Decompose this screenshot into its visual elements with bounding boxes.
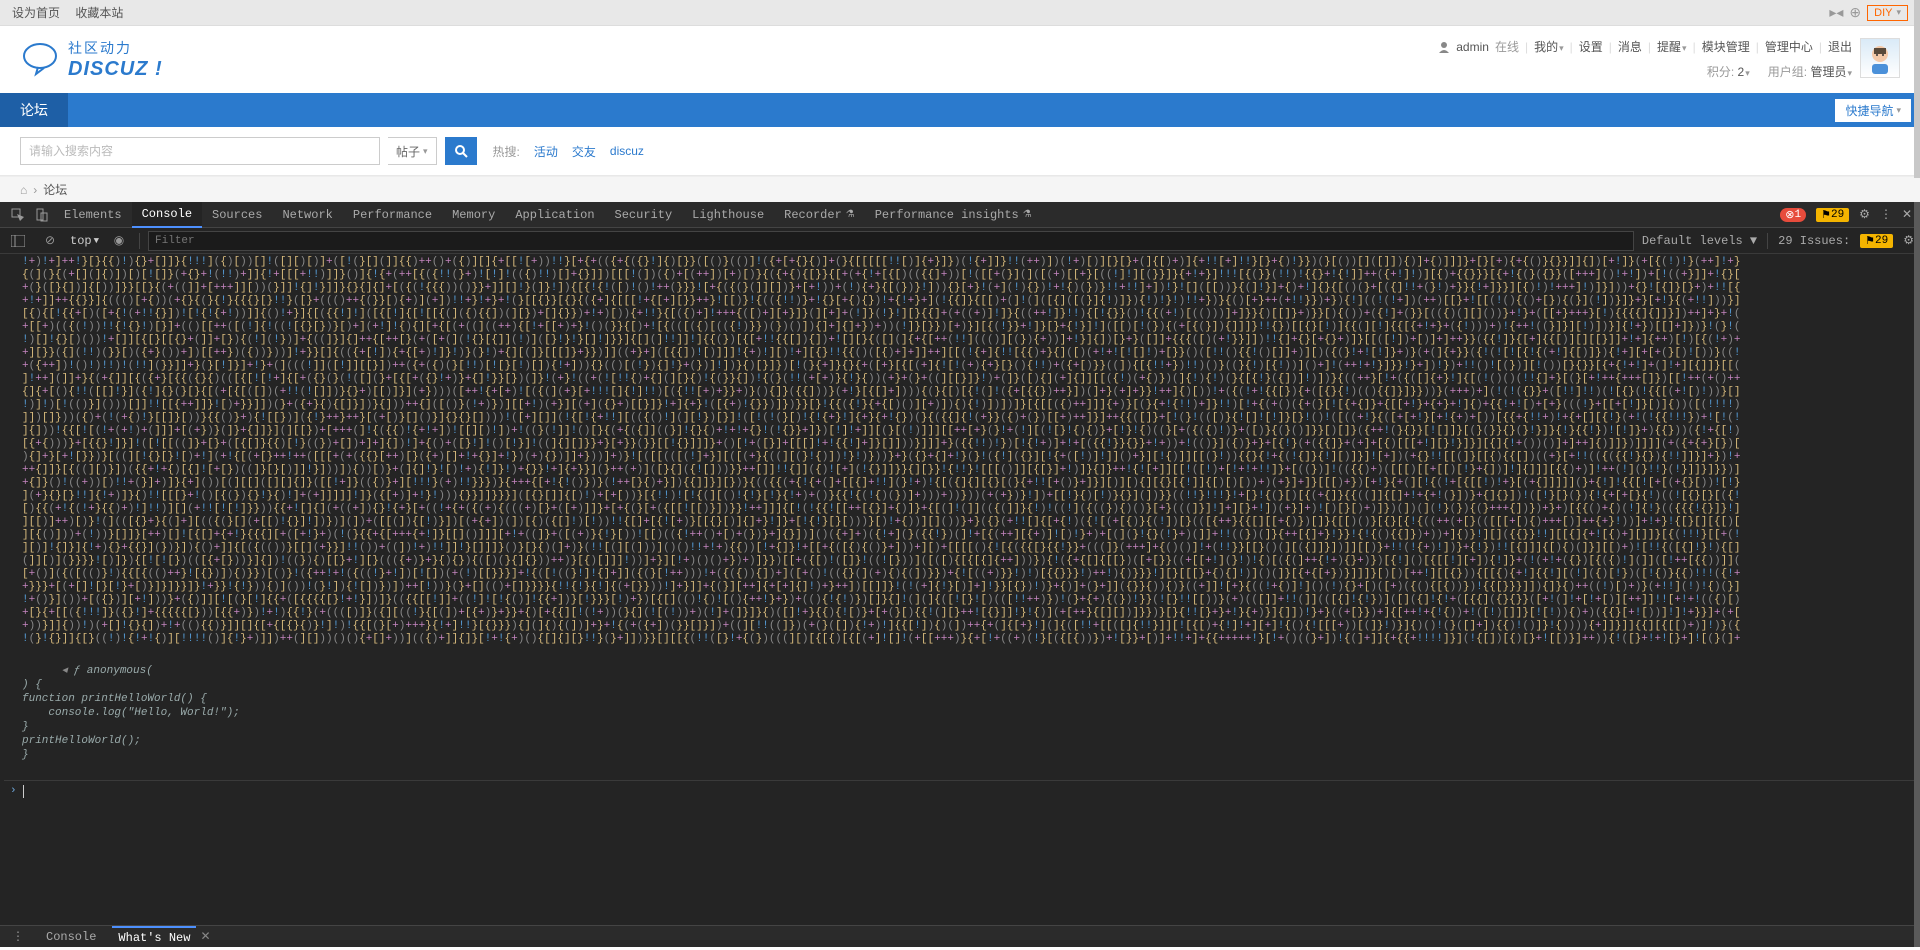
- devtools-tab-performance-insights[interactable]: Performance insights⚗: [865, 202, 1042, 228]
- hotsearch-label: 热搜:: [493, 143, 520, 160]
- obfuscated-code: !+)!+]++!}[}{{)!){}+[]]}{!!!]({)[))[]!([…: [4, 256, 1916, 646]
- usergroup-label: 用户组:: [1768, 65, 1807, 79]
- drawer-tab-close-icon[interactable]: ✕: [200, 929, 210, 944]
- devtools-tab-security[interactable]: Security: [605, 202, 683, 228]
- points-value[interactable]: 2▾: [1738, 65, 1750, 79]
- breadcrumb-forum[interactable]: 论坛: [43, 181, 67, 198]
- context-selector[interactable]: top ▼: [70, 234, 99, 248]
- function-output: ◂ƒ anonymous( ) { function printHelloWor…: [4, 650, 1916, 776]
- search-icon: [454, 144, 468, 158]
- points-label: 积分:: [1707, 65, 1734, 79]
- expand-arrow-icon[interactable]: ◂: [62, 664, 74, 678]
- warning-count-badge[interactable]: ⚑ 29: [1816, 208, 1849, 222]
- search-type-dropdown[interactable]: 帖子▾: [388, 137, 437, 165]
- devtools-tab-console[interactable]: Console: [132, 202, 202, 228]
- devtools-tab-sources[interactable]: Sources: [202, 202, 272, 228]
- hotsearch-link[interactable]: discuz: [610, 144, 644, 158]
- quick-nav-button[interactable]: 快捷导航▾: [1834, 98, 1912, 123]
- prompt-caret: [23, 785, 24, 798]
- issues-label[interactable]: 29 Issues:: [1778, 234, 1850, 248]
- devtools-tab-recorder[interactable]: Recorder⚗: [774, 202, 865, 228]
- favorite-site-link[interactable]: 收藏本站: [75, 6, 123, 20]
- reminders-dropdown[interactable]: 提醒▾: [1657, 38, 1687, 55]
- devtools-tab-lighthouse[interactable]: Lighthouse: [682, 202, 774, 228]
- eye-icon[interactable]: ◉: [107, 228, 131, 254]
- user-area: admin 在线 | 我的▾ | 设置 | 消息 | 提醒▾ | 模块管理 | …: [1438, 38, 1852, 80]
- console-settings-icon[interactable]: ⚙: [1903, 233, 1914, 248]
- breadcrumb-sep: ›: [33, 183, 37, 197]
- hotsearch-link[interactable]: 交友: [572, 143, 596, 160]
- drawer-menu-icon[interactable]: ⋮: [6, 924, 30, 950]
- module-manage-link[interactable]: 模块管理: [1702, 38, 1750, 55]
- close-devtools-icon[interactable]: ✕: [1902, 207, 1912, 222]
- set-homepage-link[interactable]: 设为首页: [12, 6, 60, 20]
- sidebar-toggle-icon[interactable]: [6, 228, 30, 254]
- logo-icon: [20, 40, 60, 80]
- search-input[interactable]: [20, 137, 380, 165]
- logo-cn-text: 社区动力: [68, 38, 163, 58]
- breadcrumb: ⌂ › 论坛: [0, 176, 1920, 202]
- settings-link[interactable]: 设置: [1579, 38, 1603, 55]
- devtools-panel: ElementsConsoleSourcesNetworkPerformance…: [0, 202, 1920, 947]
- search-button[interactable]: [445, 137, 477, 165]
- avatar[interactable]: [1860, 38, 1900, 78]
- nav-tab-forum[interactable]: 论坛: [0, 93, 68, 127]
- devtools-tab-memory[interactable]: Memory: [442, 202, 505, 228]
- console-toolbar: ⊘ top ▼ ◉ Default levels ▼ 29 Issues: ⚑ …: [0, 228, 1920, 254]
- main-nav: 论坛 快捷导航▾: [0, 93, 1920, 127]
- site-topbar: 设为首页 收藏本站 ▸◂ ⊕ DIY▾: [0, 0, 1920, 26]
- site-logo[interactable]: 社区动力 DISCUZ !: [20, 38, 163, 81]
- home-icon[interactable]: ⌂: [20, 183, 27, 197]
- admin-center-link[interactable]: 管理中心: [1765, 38, 1813, 55]
- more-icon[interactable]: ⋮: [1880, 207, 1892, 222]
- logo-en-text: DISCUZ !: [68, 58, 163, 81]
- flask-icon: ⚗: [1023, 209, 1032, 221]
- devtools-tab-network[interactable]: Network: [272, 202, 342, 228]
- console-prompt[interactable]: ›: [4, 780, 1916, 802]
- flask-icon: ⚗: [846, 209, 855, 221]
- page-scrollbar[interactable]: [1914, 0, 1920, 178]
- hotsearch-link[interactable]: 活动: [534, 143, 558, 160]
- prompt-chevron-icon: ›: [10, 785, 17, 798]
- rss-icon[interactable]: ▸◂: [1829, 4, 1843, 21]
- search-row: 帖子▾ 热搜: 活动 交友 discuz: [0, 127, 1920, 176]
- my-dropdown[interactable]: 我的▾: [1534, 38, 1564, 55]
- messages-link[interactable]: 消息: [1618, 38, 1642, 55]
- inspect-icon[interactable]: [6, 202, 30, 228]
- drawer-tab-whatsnew[interactable]: What's New: [112, 926, 196, 948]
- error-count-badge[interactable]: ⊗ 1: [1780, 208, 1806, 222]
- device-icon[interactable]: [30, 202, 54, 228]
- devtools-tabbar: ElementsConsoleSourcesNetworkPerformance…: [0, 202, 1920, 228]
- devtools-scrollbar[interactable]: [1914, 202, 1920, 947]
- devtools-tab-application[interactable]: Application: [505, 202, 604, 228]
- logout-link[interactable]: 退出: [1828, 38, 1852, 55]
- console-output[interactable]: !+)!+]++!}[}{{)!){}+[]]}{!!!]({)[))[]!([…: [0, 254, 1920, 925]
- globe-icon[interactable]: ⊕: [1849, 4, 1861, 21]
- devtools-drawer-tabs: ⋮ Console What's New ✕: [0, 925, 1920, 947]
- diy-button[interactable]: DIY▾: [1867, 5, 1908, 21]
- issues-warn-badge[interactable]: ⚑ 29: [1860, 234, 1893, 248]
- usergroup-value[interactable]: 管理员▾: [1810, 65, 1852, 79]
- filter-input[interactable]: [148, 231, 1634, 251]
- drawer-tab-console[interactable]: Console: [40, 926, 102, 948]
- devtools-tab-performance[interactable]: Performance: [343, 202, 442, 228]
- site-header: 社区动力 DISCUZ ! admin 在线 | 我的▾ | 设置 | 消息 |…: [0, 26, 1920, 93]
- user-status: 在线: [1495, 38, 1519, 55]
- user-icon: [1438, 41, 1450, 53]
- devtools-tab-elements[interactable]: Elements: [54, 202, 132, 228]
- settings-icon[interactable]: ⚙: [1859, 207, 1870, 222]
- clear-console-icon[interactable]: ⊘: [38, 228, 62, 254]
- username-link[interactable]: admin: [1456, 40, 1489, 54]
- log-levels-dropdown[interactable]: Default levels ▼: [1642, 234, 1757, 248]
